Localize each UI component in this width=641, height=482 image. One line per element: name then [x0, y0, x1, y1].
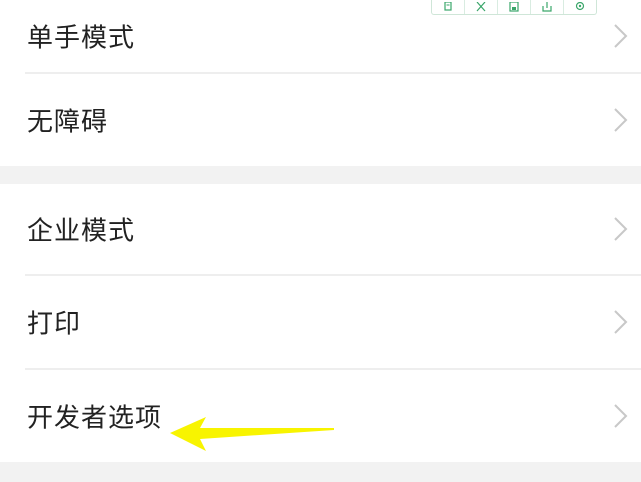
settings-icon: [575, 2, 585, 11]
chevron-right-icon: [614, 310, 628, 334]
share-icon: [542, 2, 552, 12]
crop-icon: [476, 2, 486, 12]
settings-group-1: 单手模式 无障碍: [0, 0, 641, 166]
settings-button[interactable]: [564, 0, 596, 14]
save-button[interactable]: [498, 0, 531, 14]
chevron-right-icon: [614, 404, 628, 428]
settings-item-label: 打印: [27, 309, 82, 340]
share-button[interactable]: [531, 0, 564, 14]
chevron-right-icon: [614, 217, 628, 241]
annotation-arrow: [170, 417, 334, 451]
settings-item-label: 企业模式: [27, 216, 136, 247]
crop-button[interactable]: [465, 0, 498, 14]
copy-button[interactable]: [432, 0, 465, 14]
settings-item-label: 单手模式: [27, 23, 136, 54]
settings-item-label: 开发者选项: [27, 403, 163, 434]
settings-item-enterprise-mode[interactable]: 企业模式: [0, 184, 641, 274]
chevron-right-icon: [614, 24, 628, 48]
copy-icon: [444, 2, 452, 11]
settings-item-print[interactable]: 打印: [0, 276, 641, 368]
chevron-right-icon: [614, 108, 628, 132]
settings-item-label: 无障碍: [27, 107, 109, 138]
screenshot-toolbar: [431, 0, 597, 15]
save-icon: [509, 2, 519, 12]
settings-item-accessibility[interactable]: 无障碍: [0, 74, 641, 166]
